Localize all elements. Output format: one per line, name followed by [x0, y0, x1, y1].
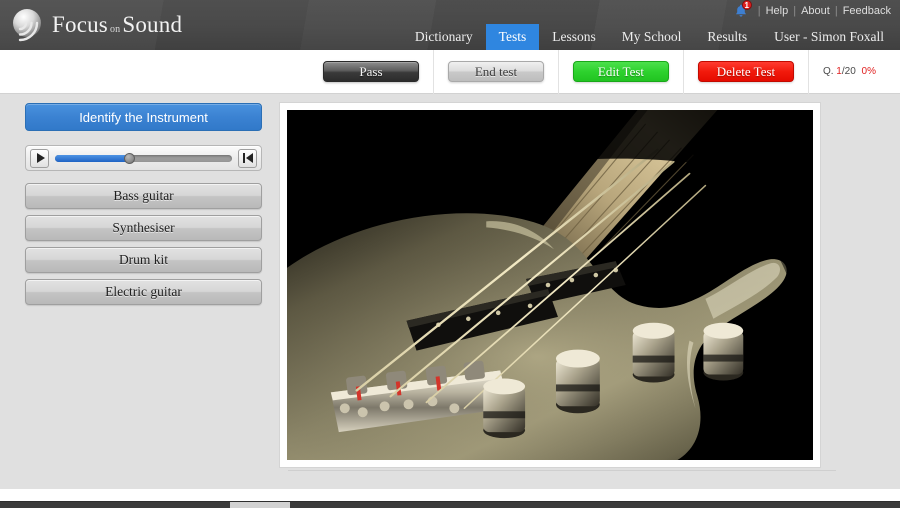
audio-player: [25, 145, 262, 171]
help-link[interactable]: Help: [765, 5, 790, 17]
end-test-button[interactable]: End test: [447, 61, 544, 82]
answer-option-1[interactable]: Bass guitar: [25, 183, 262, 209]
main-navigation: Dictionary Tests Lessons My School Resul…: [402, 24, 894, 50]
test-toolbar: Pass End test Edit Test Delete Test Q. 1…: [0, 49, 900, 94]
audio-progress-fill: [55, 154, 130, 162]
feedback-link[interactable]: Feedback: [842, 5, 892, 17]
nav-item-my-school[interactable]: My School: [609, 24, 695, 50]
nav-item-dictionary[interactable]: Dictionary: [402, 24, 486, 50]
nav-item-tests[interactable]: Tests: [485, 24, 540, 50]
utility-separator-1: |: [757, 5, 761, 17]
test-stage: Identify the Instrument Bass guitar Synt…: [0, 94, 900, 490]
notifications-button[interactable]: 1: [733, 0, 752, 19]
question-title: Identify the Instrument: [25, 103, 262, 131]
question-media-frame: [280, 103, 820, 467]
footer-spacer: [0, 490, 900, 501]
counter-percent: 0%: [861, 66, 876, 77]
logo-word-sound: Sound: [122, 12, 183, 37]
app-header: Focus on Sound 1 | Help | About | Feedback…: [0, 0, 900, 50]
skip-to-start-icon: [242, 153, 253, 163]
utility-links: 1 | Help | About | Feedback: [733, 0, 892, 20]
answer-option-3[interactable]: Drum kit: [25, 247, 262, 273]
app-logo[interactable]: Focus on Sound: [10, 6, 182, 44]
pass-button[interactable]: Pass: [322, 61, 419, 82]
delete-test-button[interactable]: Delete Test: [697, 61, 794, 82]
edit-test-button[interactable]: Edit Test: [572, 61, 669, 82]
utility-separator-3: |: [834, 5, 838, 17]
logo-word-on: on: [109, 24, 121, 35]
notification-count-badge: 1: [741, 0, 752, 10]
audio-progress[interactable]: [55, 149, 232, 168]
stage-divider: [288, 470, 836, 471]
counter-total: /20: [841, 66, 856, 77]
audio-progress-thumb[interactable]: [123, 152, 135, 164]
nav-item-lessons[interactable]: Lessons: [539, 24, 609, 50]
nav-item-results[interactable]: Results: [694, 24, 760, 50]
answer-options: Bass guitar Synthesiser Drum kit Electri…: [25, 183, 262, 305]
question-panel: Identify the Instrument Bass guitar Synt…: [25, 103, 262, 311]
question-counter-cell: Q. 1/20 0%: [807, 49, 894, 94]
logo-word-focus: Focus: [52, 12, 108, 37]
play-button[interactable]: [30, 148, 49, 168]
restart-button[interactable]: [238, 148, 257, 168]
question-counter: Q. 1/20 0%: [823, 66, 880, 77]
counter-prefix: Q.: [822, 66, 834, 77]
about-link[interactable]: About: [800, 5, 831, 17]
play-icon: [36, 153, 45, 163]
edit-test-cell: Edit Test: [557, 49, 683, 94]
focus-on-sound-logo-icon: [10, 6, 48, 44]
utility-separator-2: |: [793, 5, 797, 17]
end-test-cell: End test: [432, 49, 558, 94]
nav-item-user-account[interactable]: User - Simon Foxall: [760, 24, 894, 50]
app-logo-text: Focus on Sound: [52, 12, 182, 38]
answer-option-2[interactable]: Synthesiser: [25, 215, 262, 241]
question-image: [287, 110, 813, 460]
footer-highlight: [230, 502, 290, 508]
delete-test-cell: Delete Test: [682, 49, 808, 94]
pass-cell: Pass: [309, 50, 433, 94]
footer-bar: [0, 501, 900, 508]
audio-progress-track[interactable]: [55, 152, 232, 164]
answer-option-4[interactable]: Electric guitar: [25, 279, 262, 305]
